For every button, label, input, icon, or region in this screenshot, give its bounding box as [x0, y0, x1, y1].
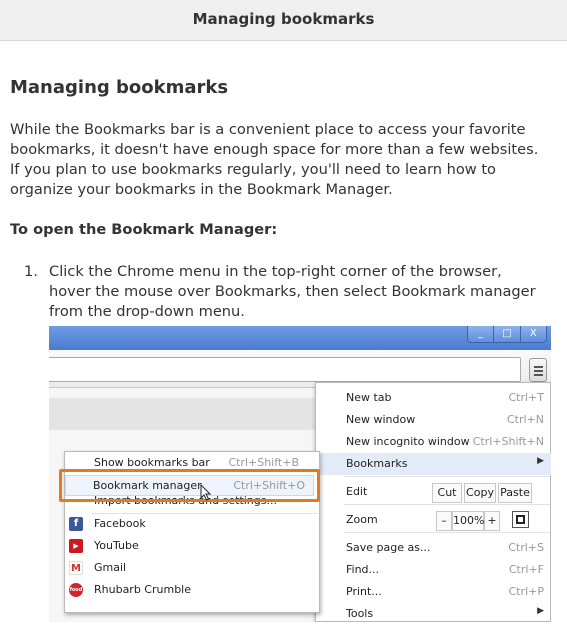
- intro-line: If you plan to use bookmarks regularly, …: [10, 161, 496, 178]
- menu-item-label: New incognito window: [346, 435, 470, 448]
- menu-item-find[interactable]: Find... Ctrl+F: [316, 559, 551, 581]
- menu-bar-icon: [534, 374, 543, 376]
- menu-item-save-page[interactable]: Save page as... Ctrl+S: [316, 537, 551, 559]
- bookmark-item-youtube[interactable]: ▶ YouTube: [65, 535, 319, 557]
- minimize-icon[interactable]: _: [468, 326, 493, 342]
- menu-item-new-window[interactable]: New window Ctrl+N: [316, 409, 551, 431]
- menu-item-label: Print...: [346, 585, 382, 598]
- bookmark-item-facebook[interactable]: f Facebook: [65, 513, 319, 535]
- bookmark-item-rhubarb-crumble[interactable]: food Rhubarb Crumble: [65, 579, 319, 601]
- menu-item-shortcut: Ctrl+Shift+B: [228, 456, 299, 469]
- menu-bar-icon: [534, 370, 543, 372]
- menu-divider: [344, 504, 550, 505]
- menu-item-print[interactable]: Print... Ctrl+P: [316, 581, 551, 603]
- window-titlebar: _ □ X: [49, 326, 551, 350]
- menu-item-label: Bookmarks: [346, 457, 408, 470]
- zoom-level: 100%: [452, 511, 484, 531]
- menu-item-label: Find...: [346, 563, 380, 576]
- address-bar[interactable]: [49, 357, 521, 382]
- menu-item-shortcut: Ctrl+P: [508, 585, 544, 598]
- menu-bar-icon: [534, 366, 543, 368]
- menu-item-label: New window: [346, 413, 416, 426]
- menu-item-new-incognito-window[interactable]: New incognito window Ctrl+Shift+N: [316, 431, 551, 453]
- menu-divider: [344, 476, 550, 477]
- step-text: Click the Chrome menu in the top-right c…: [49, 262, 549, 322]
- highlight-fill: Bookmark manager Ctrl+Shift+O: [65, 475, 314, 496]
- menu-item-label: Edit: [346, 485, 368, 498]
- step-line: Click the Chrome menu in the top-right c…: [49, 263, 502, 280]
- menu-item-bookmarks[interactable]: Bookmarks ▶: [316, 453, 551, 475]
- food-site-icon: food: [69, 583, 83, 597]
- menu-divider: [344, 532, 550, 533]
- highlight-label: Bookmark manager: [93, 479, 202, 492]
- step-number: 1.: [24, 263, 38, 280]
- menu-item-label: Save page as...: [346, 541, 431, 554]
- menu-item-label: Show bookmarks bar: [94, 456, 210, 469]
- menu-item-label: New tab: [346, 391, 392, 404]
- intro-line: While the Bookmarks bar is a convenient …: [10, 121, 526, 138]
- bookmark-label: Facebook: [94, 517, 146, 530]
- bookmark-label: YouTube: [94, 539, 139, 552]
- fullscreen-icon[interactable]: [512, 511, 529, 528]
- close-icon[interactable]: X: [519, 326, 546, 342]
- step-line: from the drop-down menu.: [49, 303, 245, 320]
- subheading: To open the Bookmark Manager:: [10, 221, 278, 238]
- menu-item-zoom: Zoom – 100% +: [316, 509, 551, 531]
- browser-screenshot: _ □ X New tab Ctrl+T New window Ctrl+N N…: [49, 326, 551, 622]
- article-heading: Managing bookmarks: [10, 77, 229, 98]
- page-header: Managing bookmarks: [0, 0, 567, 41]
- bookmark-label: Rhubarb Crumble: [94, 583, 192, 596]
- menu-item-shortcut: Ctrl+F: [508, 563, 544, 576]
- facebook-icon: f: [69, 517, 83, 531]
- chrome-menu: New tab Ctrl+T New window Ctrl+N New inc…: [315, 382, 551, 622]
- chrome-menu-button[interactable]: [529, 358, 547, 382]
- window-controls: _ □ X: [467, 326, 547, 343]
- restore-icon[interactable]: □: [493, 326, 519, 342]
- menu-item-shortcut: Ctrl+Shift+N: [472, 435, 544, 448]
- menu-item-shortcut: Ctrl+S: [508, 541, 544, 554]
- intro-line: bookmarks, it doesn't have enough space …: [10, 141, 539, 158]
- cut-button[interactable]: Cut: [432, 483, 462, 503]
- zoom-in-button[interactable]: +: [484, 511, 500, 531]
- step-line: hover the mouse over Bookmarks, then sel…: [49, 283, 536, 300]
- copy-button[interactable]: Copy: [464, 483, 496, 503]
- youtube-icon: ▶: [69, 539, 83, 553]
- menu-item-shortcut: Ctrl+N: [506, 413, 544, 426]
- submenu-arrow-icon: ▶: [537, 606, 544, 616]
- menu-item-tools[interactable]: Tools ▶: [316, 603, 551, 622]
- bookmark-manager-highlight: Bookmark manager Ctrl+Shift+O: [59, 469, 320, 502]
- bookmark-item-gmail[interactable]: M Gmail: [65, 557, 319, 579]
- gmail-icon: M: [69, 561, 83, 575]
- menu-item-edit: Edit Cut Copy Paste: [316, 481, 551, 503]
- menu-item-shortcut: Ctrl+T: [508, 391, 544, 404]
- submenu-arrow-icon: ▶: [537, 456, 544, 466]
- highlight-shortcut: Ctrl+Shift+O: [233, 479, 305, 492]
- menu-item-label: Tools: [346, 607, 374, 620]
- intro-line: organize your bookmarks in the Bookmark …: [10, 181, 393, 198]
- menu-item-label: Zoom: [346, 513, 378, 526]
- bookmark-label: Gmail: [94, 561, 127, 574]
- header-title: Managing bookmarks: [192, 10, 375, 28]
- menu-item-new-tab[interactable]: New tab Ctrl+T: [316, 387, 551, 409]
- paste-button[interactable]: Paste: [498, 483, 532, 503]
- zoom-out-button[interactable]: –: [436, 511, 452, 531]
- intro-paragraph: While the Bookmarks bar is a convenient …: [10, 120, 555, 200]
- mouse-cursor-icon: [200, 484, 212, 501]
